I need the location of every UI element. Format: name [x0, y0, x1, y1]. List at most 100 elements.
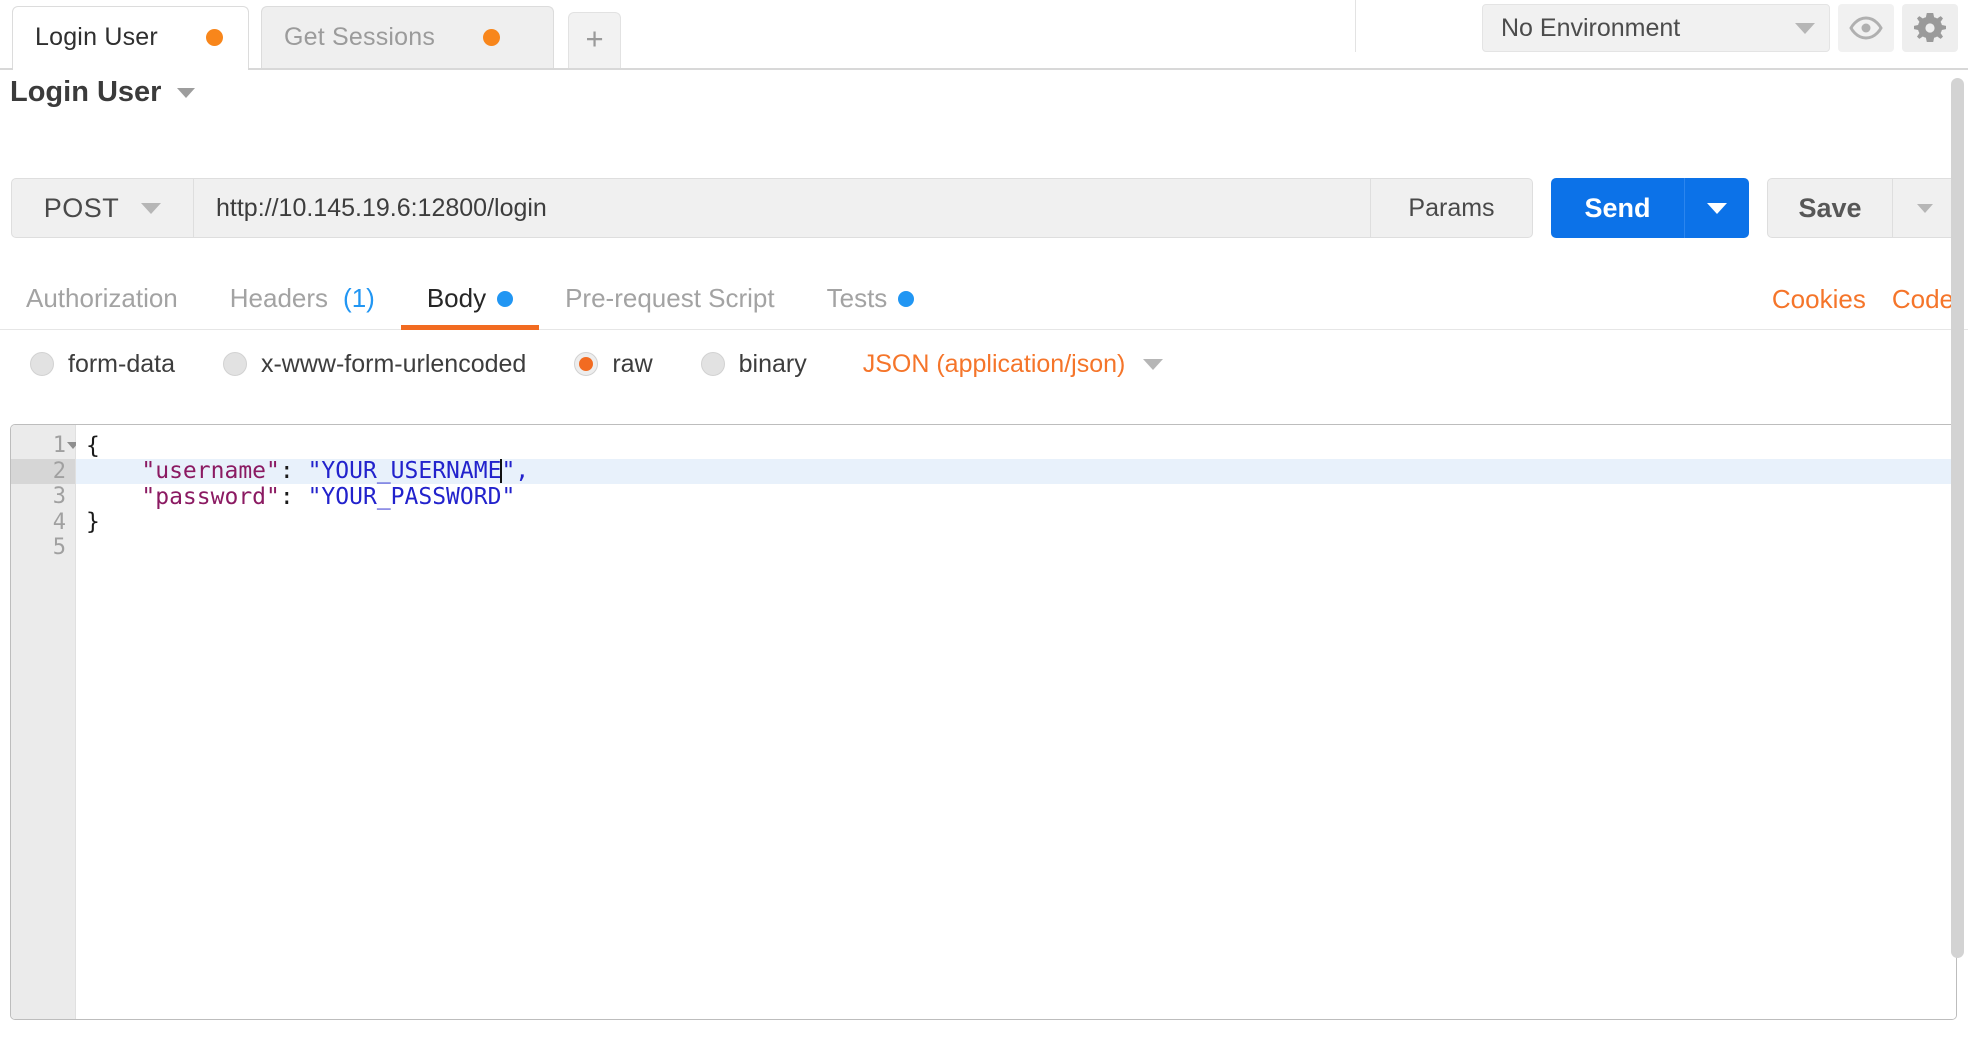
- environment-selector[interactable]: No Environment: [1482, 4, 1830, 52]
- url-bar: POST http://10.145.19.6:12800/login Para…: [11, 178, 1957, 238]
- line-number: 3: [11, 484, 75, 510]
- cookies-link[interactable]: Cookies: [1772, 284, 1866, 315]
- environment-selected-label: No Environment: [1501, 13, 1681, 42]
- line-number-value: 4: [52, 509, 66, 535]
- code-line: }: [76, 509, 1956, 536]
- new-tab-button[interactable]: +: [568, 12, 621, 68]
- code-link[interactable]: Code: [1892, 284, 1954, 315]
- tab-authorization[interactable]: Authorization: [0, 268, 204, 330]
- json-close-brace: }: [86, 509, 100, 536]
- content-type-label: JSON (application/json): [862, 349, 1126, 378]
- url-input[interactable]: http://10.145.19.6:12800/login: [194, 178, 1371, 238]
- json-key: "username": [141, 458, 280, 485]
- params-button[interactable]: Params: [1371, 178, 1533, 238]
- tab-tests[interactable]: Tests: [801, 268, 941, 330]
- tab-headers[interactable]: Headers (1): [204, 268, 401, 330]
- send-options-button[interactable]: [1684, 178, 1749, 238]
- section-tabs-actions: Cookies Code: [1772, 268, 1954, 330]
- tab-label: Authorization: [26, 283, 178, 313]
- eye-icon: [1849, 16, 1883, 40]
- chevron-down-icon: [1916, 203, 1933, 213]
- tab-label: Login User: [35, 23, 158, 51]
- environment-area: No Environment: [1482, 0, 1958, 56]
- json-key: "password": [141, 483, 280, 510]
- line-number-value: 2: [52, 458, 66, 484]
- send-button-group: Send: [1551, 178, 1749, 238]
- line-number: 2: [11, 458, 75, 484]
- code-line: "password": "YOUR_PASSWORD": [76, 484, 1956, 510]
- body-type-binary[interactable]: binary: [700, 349, 807, 379]
- headers-count-badge: (1): [343, 283, 375, 313]
- send-label: Send: [1584, 192, 1651, 223]
- body-content-indicator-dot: [497, 290, 514, 307]
- request-body-editor[interactable]: 1 2 3 4 5 { "username": "YOUR_USERNAME ",: [10, 424, 1957, 1020]
- radio-label: raw: [612, 349, 653, 378]
- radio-label: x-www-form-urlencoded: [260, 349, 527, 378]
- tab-login-user[interactable]: Login User: [12, 6, 249, 70]
- line-number: 1: [11, 433, 79, 459]
- settings-button[interactable]: [1902, 4, 1958, 52]
- body-type-raw[interactable]: raw: [574, 349, 653, 379]
- json-value: "YOUR_PASSWORD": [307, 483, 516, 510]
- radio-label: form-data: [68, 349, 175, 378]
- line-number: 4: [11, 510, 75, 536]
- tests-content-indicator-dot: [898, 290, 915, 307]
- radio-icon[interactable]: [30, 352, 54, 376]
- radio-icon[interactable]: [222, 352, 247, 376]
- tabbar-divider: [1355, 0, 1356, 52]
- page-scrollbar[interactable]: [1951, 78, 1964, 958]
- tab-label: Pre-request Script: [565, 283, 775, 313]
- radio-icon[interactable]: [700, 352, 725, 376]
- line-number: 5: [11, 535, 75, 561]
- json-value: "YOUR_USERNAME: [307, 458, 502, 485]
- url-value: http://10.145.19.6:12800/login: [216, 193, 547, 222]
- send-button[interactable]: Send: [1551, 178, 1684, 238]
- http-method-selector[interactable]: POST: [11, 178, 194, 238]
- http-method-label: POST: [43, 192, 120, 223]
- unsaved-indicator-dot[interactable]: [205, 29, 223, 46]
- chevron-down-icon: [141, 202, 162, 214]
- request-section-tabs: Authorization Headers (1) Body Pre-reque…: [0, 268, 1968, 330]
- radio-icon-selected[interactable]: [574, 352, 599, 376]
- tab-label: Headers: [229, 283, 329, 313]
- json-value-tail: ",: [501, 458, 530, 485]
- chevron-down-icon: [1143, 358, 1164, 370]
- tab-get-sessions[interactable]: Get Sessions: [261, 6, 554, 68]
- page-title: Login User: [10, 76, 162, 108]
- save-button-group: Save: [1767, 178, 1957, 238]
- chevron-down-icon: [1707, 202, 1727, 214]
- chevron-down-icon: [1795, 22, 1815, 34]
- save-button[interactable]: Save: [1767, 178, 1893, 238]
- body-type-form-data[interactable]: form-data: [30, 350, 175, 379]
- line-number-value: 5: [52, 535, 66, 561]
- tab-pre-request-script[interactable]: Pre-request Script: [539, 268, 801, 330]
- request-name-row[interactable]: Login User: [10, 76, 196, 109]
- chevron-down-icon[interactable]: [177, 87, 196, 98]
- content-type-selector[interactable]: JSON (application/json): [863, 350, 1164, 379]
- tab-label: Tests: [826, 283, 888, 313]
- postman-window: Login User Get Sessions + No Environment: [0, 0, 1968, 1038]
- editor-code-area[interactable]: { "username": "YOUR_USERNAME ", "password…: [76, 425, 1956, 1019]
- tab-label: Get Sessions: [284, 23, 436, 51]
- scrollbar-thumb[interactable]: [1951, 78, 1964, 958]
- code-line: {: [76, 433, 1956, 459]
- radio-label: binary: [738, 349, 807, 378]
- gear-icon: [1914, 12, 1946, 44]
- editor-line-number-gutter: 1 2 3 4 5: [11, 425, 79, 1019]
- tab-body[interactable]: Body: [400, 268, 540, 330]
- save-label: Save: [1798, 192, 1862, 223]
- json-open-brace: {: [86, 432, 100, 459]
- environment-quick-look-button[interactable]: [1838, 4, 1894, 52]
- save-options-button[interactable]: [1893, 178, 1957, 238]
- json-colon: :: [279, 458, 308, 485]
- tab-label: Body: [426, 283, 487, 313]
- line-number-value: 1: [52, 433, 66, 459]
- unsaved-indicator-dot[interactable]: [483, 29, 501, 46]
- line-number-value: 3: [52, 484, 66, 510]
- body-type-urlencoded[interactable]: x-www-form-urlencoded: [222, 349, 527, 379]
- code-line-active: "username": "YOUR_USERNAME ",: [76, 458, 1956, 485]
- params-label: Params: [1408, 193, 1495, 222]
